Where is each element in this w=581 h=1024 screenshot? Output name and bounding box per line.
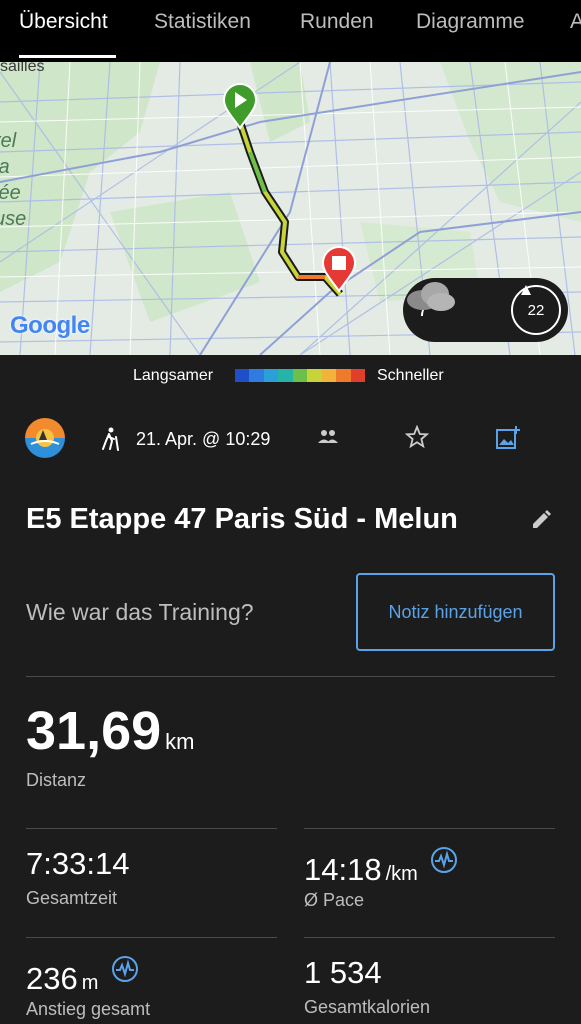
divider — [304, 937, 555, 938]
legend-color-segment — [263, 369, 279, 382]
elevation-chart-icon[interactable] — [111, 955, 139, 983]
add-photo-icon[interactable] — [495, 425, 521, 451]
google-logo-text: Google — [10, 312, 90, 339]
edit-icon[interactable] — [530, 509, 552, 531]
wind-direction-icon — [521, 285, 531, 295]
tab-overview[interactable]: Übersicht — [19, 10, 108, 34]
divider — [26, 828, 277, 829]
total-time-value: 7:33:14 — [26, 846, 130, 881]
activity-date: 21. Apr. @ 10:29 — [136, 429, 271, 449]
cloud-icon — [407, 282, 455, 311]
distance-label: Distanz — [26, 770, 87, 790]
ascent-unit: m — [81, 972, 99, 994]
stat-distance: 31,69 km Distanz — [26, 700, 194, 791]
avatar-image — [25, 418, 65, 458]
tab-statistics[interactable]: Statistiken — [154, 10, 251, 34]
activity-title: E5 Etappe 47 Paris Süd - Melun — [26, 503, 458, 535]
wind-indicator: 22 — [511, 285, 561, 335]
calories-label: Gesamtkalorien — [304, 997, 431, 1017]
legend-slower-label: Langsamer — [133, 367, 214, 384]
legend-color-segment — [292, 369, 308, 382]
legend-faster-label: Schneller — [377, 367, 444, 384]
distance-value: 31,69 — [26, 701, 162, 761]
tab-bar: Übersicht Statistiken Runden Diagramme A — [0, 0, 581, 62]
tab-more[interactable]: A — [570, 10, 581, 34]
map-place-label: sailles — [0, 62, 45, 75]
wind-speed: 22 — [527, 302, 545, 319]
stat-total-time: 7:33:14 Gesamtzeit — [26, 846, 129, 909]
people-icon[interactable] — [317, 429, 339, 445]
tab-charts[interactable]: Diagramme — [416, 10, 525, 34]
stat-pace: 14:18/km Ø Pace — [304, 846, 458, 911]
ascent-label: Anstieg gesamt — [26, 999, 151, 1019]
stat-ascent: 236 m Anstieg gesamt — [26, 955, 150, 1020]
legend-color-segment — [235, 369, 250, 382]
legend-color-bar — [235, 369, 365, 382]
training-feedback-prompt: Wie war das Training? — [26, 599, 254, 625]
divider — [26, 676, 555, 677]
pace-unit: /km — [385, 863, 418, 885]
pace-legend: Langsamer Schneller — [0, 364, 581, 388]
calories-value: 1 534 — [304, 955, 382, 990]
active-tab-indicator — [19, 55, 116, 58]
legend-color-segment — [336, 369, 351, 382]
add-note-button[interactable]: Notiz hinzufügen — [356, 573, 555, 651]
star-icon[interactable] — [405, 425, 429, 449]
ascent-value: 236 — [26, 961, 78, 996]
distance-unit: km — [165, 729, 195, 754]
hiking-icon — [102, 427, 119, 451]
map-place-label: la — [0, 154, 26, 180]
legend-color-segment — [249, 369, 264, 382]
map-place-labels: rel la lée use — [0, 128, 26, 232]
pace-value: 14:18 — [304, 852, 382, 887]
weather-badge: 7° 22 — [403, 278, 568, 342]
avatar[interactable] — [25, 418, 65, 458]
map-place-label: rel — [0, 130, 17, 152]
map-place-label: use — [0, 208, 27, 230]
legend-color-segment — [350, 369, 365, 382]
start-marker-icon[interactable] — [222, 82, 258, 130]
finish-marker-icon[interactable] — [321, 245, 357, 293]
legend-color-segment — [278, 369, 293, 382]
map-place-label: lée — [0, 182, 21, 204]
activity-header-row: 21. Apr. @ 10:29 — [0, 417, 581, 461]
divider — [304, 828, 555, 829]
pace-label: Ø Pace — [304, 890, 365, 910]
stat-calories: 1 534 Gesamtkalorien — [304, 955, 430, 1018]
legend-color-segment — [307, 369, 322, 382]
route-map[interactable]: sailles rel la lée use Google 7° 22 — [0, 62, 581, 355]
legend-color-segment — [321, 369, 337, 382]
tab-laps[interactable]: Runden — [300, 10, 374, 34]
divider — [26, 937, 277, 938]
total-time-label: Gesamtzeit — [26, 888, 118, 908]
google-logo: Google — [10, 312, 90, 340]
heart-rate-icon[interactable] — [430, 846, 458, 874]
